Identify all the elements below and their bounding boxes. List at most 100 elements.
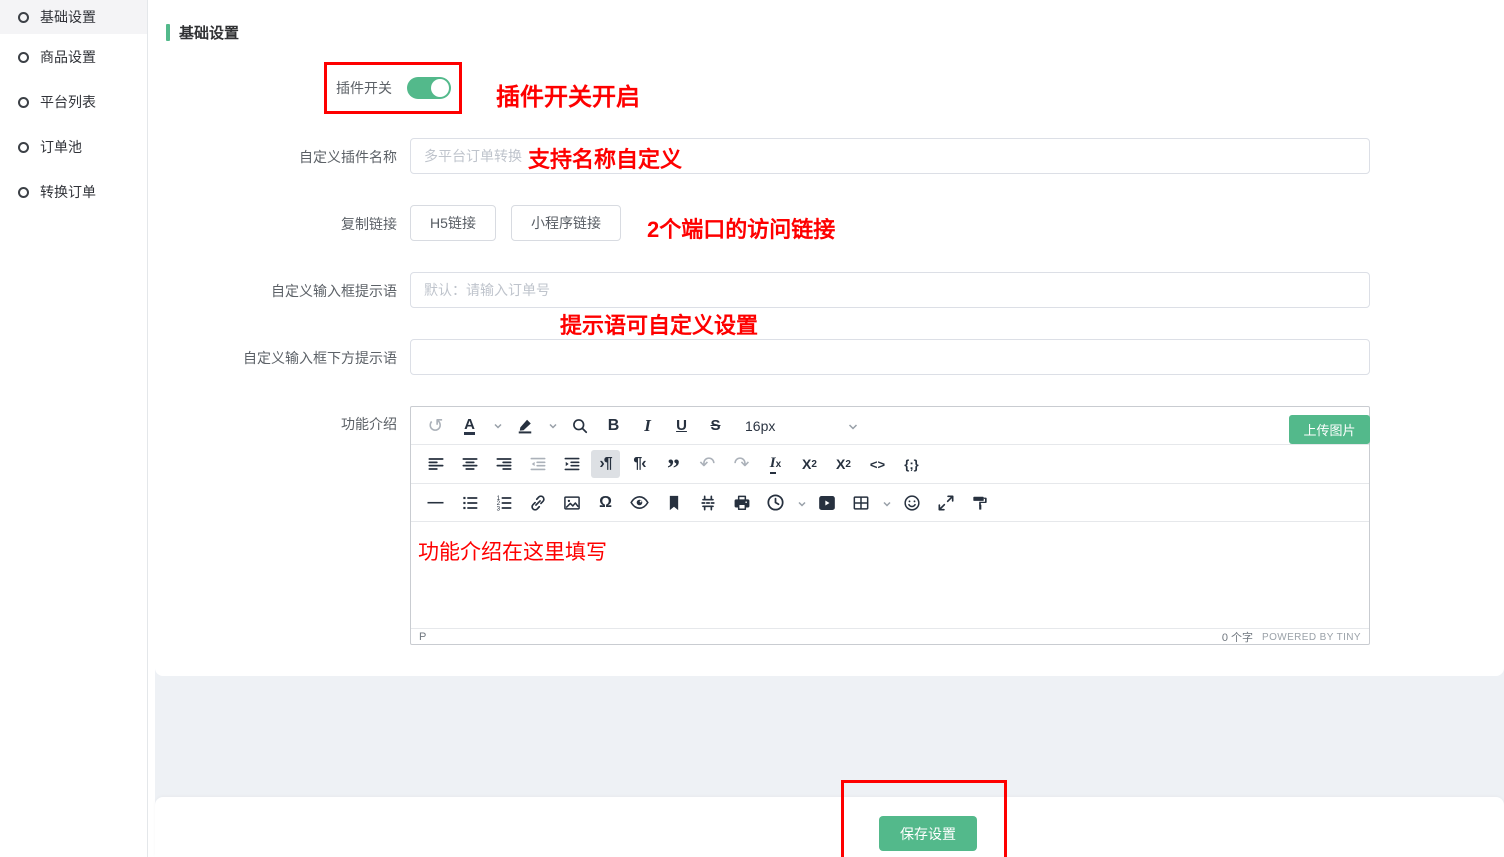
print-icon[interactable]: [727, 489, 756, 517]
datetime-caret chevron-down-icon[interactable]: [797, 495, 807, 511]
inline-code-icon[interactable]: <>: [863, 450, 892, 478]
sidebar: 基础设置 商品设置 平台列表 订单池 转换订单: [0, 0, 148, 857]
code-sample-icon[interactable]: {;}: [897, 450, 926, 478]
sidebar-item-platform-list[interactable]: 平台列表: [0, 84, 147, 120]
text-color-icon[interactable]: A: [455, 412, 484, 440]
link-icon[interactable]: [523, 489, 552, 517]
bold-button[interactable]: B: [599, 412, 628, 440]
editor-toolbar-row-1: ↺ A: [411, 407, 1369, 445]
page-title: 基础设置: [179, 22, 239, 43]
insert-datetime-icon[interactable]: [761, 489, 790, 517]
font-size-select[interactable]: 16px: [745, 418, 859, 434]
editor-toolbar-row-2: ›¶ ¶‹ ” ↶ ↷ Ix X2 X2: [411, 445, 1369, 484]
media-icon[interactable]: [812, 489, 841, 517]
plugin-name-input[interactable]: [410, 138, 1370, 174]
editor-status-bar: P 0 个字 POWERED BY TINY: [411, 629, 1369, 645]
bookmark-anchor-icon[interactable]: [659, 489, 688, 517]
annotation-plugin-switch: 插件开关开启: [496, 77, 640, 112]
sidebar-item-product-settings[interactable]: 商品设置: [0, 39, 147, 75]
input-below-tip-label: 自定义输入框下方提示语: [155, 348, 397, 368]
settings-card: 基础设置 插件开关 插件开关开启 自定义插件名称 支持名称自定义 复制链接 H5…: [155, 0, 1504, 676]
sidebar-item-label: 转换订单: [40, 182, 96, 202]
input-below-tip-input[interactable]: [410, 339, 1370, 375]
copy-link-label: 复制链接: [155, 214, 397, 234]
input-tip-label: 自定义输入框提示语: [155, 281, 397, 301]
save-settings-button[interactable]: 保存设置: [879, 816, 977, 851]
app-screen: 基础设置 商品设置 平台列表 订单池 转换订单 基础设置: [0, 0, 1504, 857]
horizontal-rule-icon[interactable]: —: [421, 489, 450, 517]
text-color-caret chevron-down-icon[interactable]: [491, 412, 505, 440]
sidebar-item-basic-settings[interactable]: 基础设置: [0, 0, 147, 34]
outdent-icon[interactable]: [523, 450, 552, 478]
plugin-switch-toggle[interactable]: [407, 77, 451, 99]
italic-button[interactable]: I: [633, 412, 662, 440]
superscript-icon[interactable]: X2: [829, 450, 858, 478]
upload-image-button[interactable]: 上传图片: [1289, 415, 1370, 444]
fullscreen-icon[interactable]: [931, 489, 960, 517]
sidebar-item-label: 订单池: [40, 137, 82, 157]
annotation-box-plugin-switch: 插件开关: [324, 62, 462, 114]
strikethrough-button[interactable]: S: [701, 412, 730, 440]
emoji-icon[interactable]: [897, 489, 926, 517]
blockquote-icon[interactable]: ”: [659, 450, 688, 478]
align-right-icon[interactable]: [489, 450, 518, 478]
page-break-icon[interactable]: [693, 489, 722, 517]
element-path[interactable]: P: [419, 631, 426, 643]
align-left-icon[interactable]: [421, 450, 450, 478]
input-tip-input[interactable]: [410, 272, 1370, 308]
indent-icon[interactable]: [557, 450, 586, 478]
feature-intro-label: 功能介绍: [155, 414, 397, 434]
svg-text:3: 3: [496, 505, 500, 512]
rich-text-editor: 上传图片 ↺ A: [410, 406, 1370, 645]
content-panel: 基础设置 插件开关 插件开关开启 自定义插件名称 支持名称自定义 复制链接 H5…: [155, 0, 1504, 857]
preview-icon[interactable]: [625, 489, 654, 517]
bullet-list-icon[interactable]: [455, 489, 484, 517]
word-count: 0 个字: [1222, 629, 1253, 645]
editor-toolbar-row-3: — 1 2 3: [411, 484, 1369, 522]
radio-circle-icon: [18, 142, 29, 153]
image-icon[interactable]: [557, 489, 586, 517]
sidebar-item-order-pool[interactable]: 订单池: [0, 129, 147, 165]
special-char-icon[interactable]: Ω: [591, 489, 620, 517]
align-center-icon[interactable]: [455, 450, 484, 478]
font-size-value: 16px: [745, 418, 775, 434]
sidebar-item-label: 商品设置: [40, 47, 96, 67]
title-accent-bar: [166, 24, 170, 41]
powered-by-tiny[interactable]: POWERED BY TINY: [1262, 632, 1361, 643]
radio-circle-icon: [18, 12, 29, 23]
sidebar-item-label: 平台列表: [40, 92, 96, 112]
radio-circle-icon: [18, 52, 29, 63]
main-area: 基础设置 插件开关 插件开关开启 自定义插件名称 支持名称自定义 复制链接 H5…: [148, 0, 1504, 857]
undo-icon[interactable]: ↶: [693, 450, 722, 478]
ltr-direction-button[interactable]: ›¶: [591, 450, 620, 478]
sidebar-item-convert-order[interactable]: 转换订单: [0, 174, 147, 210]
table-icon[interactable]: [846, 489, 875, 517]
save-bar-card: 保存设置: [155, 797, 1504, 857]
rtl-direction-button[interactable]: ¶‹: [625, 450, 654, 478]
radio-circle-icon: [18, 187, 29, 198]
subscript-icon[interactable]: X2: [795, 450, 824, 478]
annotation-input-tip: 提示语可自定义设置: [560, 308, 758, 340]
redo-icon[interactable]: ↷: [727, 450, 756, 478]
plugin-switch-label: 插件开关: [336, 78, 392, 98]
toggle-knob: [431, 79, 449, 97]
section-title: 基础设置: [166, 22, 239, 43]
sidebar-item-label: 基础设置: [40, 7, 96, 27]
highlight-color-caret chevron-down-icon[interactable]: [546, 412, 560, 440]
editor-content-area[interactable]: 功能介绍在这里填写: [411, 522, 1369, 629]
table-caret chevron-down-icon[interactable]: [882, 495, 892, 511]
highlight-color-icon[interactable]: [510, 412, 539, 440]
search-icon[interactable]: [565, 412, 594, 440]
plugin-name-label: 自定义插件名称: [155, 147, 397, 167]
history-restore-icon[interactable]: ↺: [421, 412, 450, 440]
annotation-copy-link: 2个端口的访问链接: [647, 212, 835, 244]
format-painter-icon[interactable]: [965, 489, 994, 517]
h5-link-button[interactable]: H5链接: [410, 205, 496, 241]
annotation-feature-intro: 功能介绍在这里填写: [418, 536, 607, 566]
mini-program-link-button[interactable]: 小程序链接: [511, 205, 621, 241]
ordered-list-icon[interactable]: 1 2 3: [489, 489, 518, 517]
clear-format-icon[interactable]: Ix: [761, 450, 790, 478]
underline-button[interactable]: U: [667, 412, 696, 440]
radio-circle-icon: [18, 97, 29, 108]
chevron-down-icon: [847, 418, 859, 434]
